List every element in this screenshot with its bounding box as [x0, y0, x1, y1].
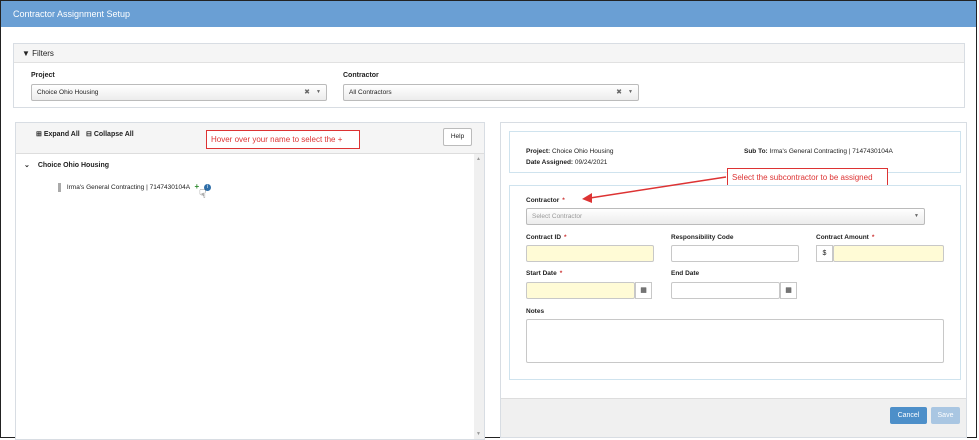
annotation-arrow: [582, 176, 727, 203]
